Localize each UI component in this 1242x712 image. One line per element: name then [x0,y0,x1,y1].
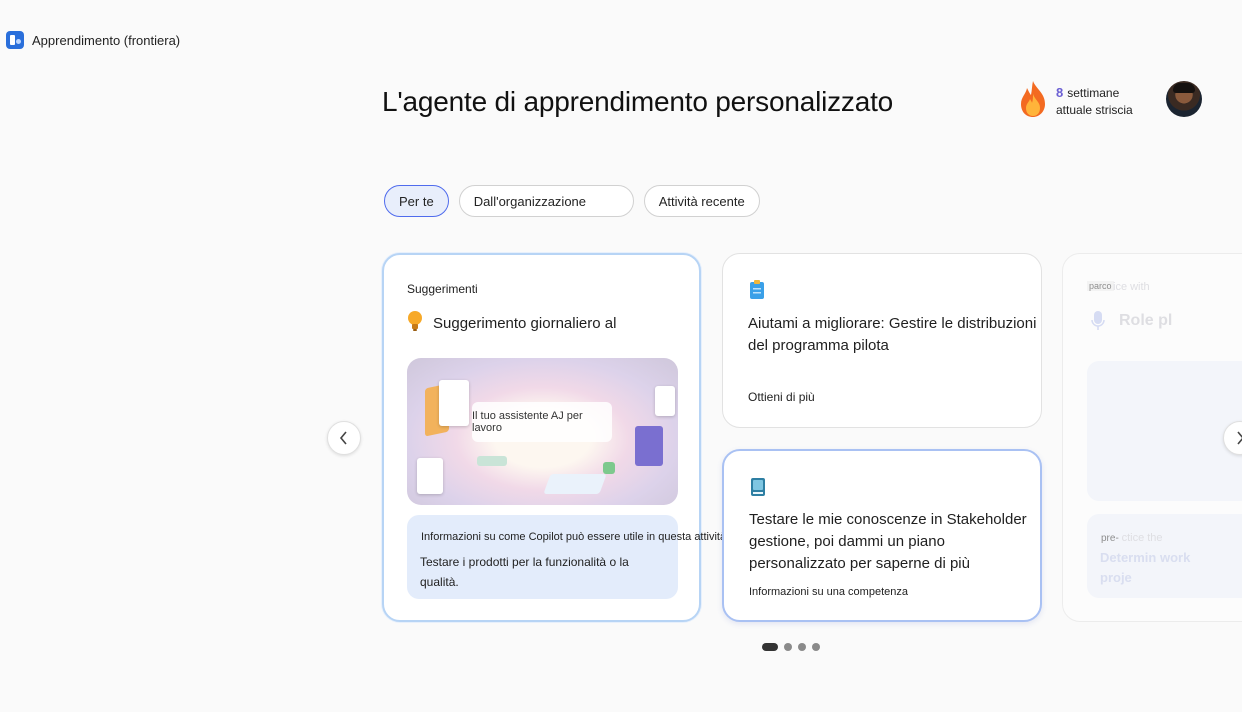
streak-caption: attuale striscia [1056,103,1133,117]
pagination-dot[interactable] [784,643,792,651]
book-icon [750,477,766,502]
page-title: L'agente di apprendimento personalizzato [382,86,894,117]
tip-info-box: Informazioni su come Copilot può essere … [407,515,729,599]
pagination-dot[interactable] [812,643,820,651]
quiz-card-title: Testare le mie conoscenze in Stakeholder… [749,511,1027,572]
clipboard-icon [749,280,765,305]
carousel-pagination [762,643,820,651]
partial-card-tag-suffix: ice with [1113,281,1150,293]
improve-card-title: Aiutami a migliorare: Gestire le distrib… [748,315,1037,354]
improve-card[interactable]: Aiutami a migliorare: Gestire le distrib… [722,253,1042,428]
pagination-dot[interactable] [762,643,778,651]
streak-unit: settimane [1067,86,1120,100]
tip-info-heading: Informazioni su come Copilot può essere … [421,531,730,543]
chevron-right-icon [1237,431,1242,445]
partial-card-tag: parco [1087,281,1114,291]
flame-icon [1018,80,1048,123]
partial-info-tag-suffix: ctice the [1121,532,1163,544]
hero-caption: Il tuo assistente AJ per lavoro [472,402,612,442]
tip-card[interactable]: Suggerimenti Suggerimento giornaliero al… [382,253,729,622]
app-title: Apprendimento (frontiera) [32,32,181,48]
carousel-prev-button[interactable] [327,421,361,455]
improve-card-link[interactable]: Ottieni di più [748,390,815,404]
tab-per-te[interactable]: Per te [384,185,449,217]
lightbulb-icon [407,310,423,337]
microphone-icon [1091,310,1105,337]
tab-dallorganizzazione[interactable]: Dall'organizzazione [458,185,634,217]
tip-title: Suggerimento giornaliero al [433,315,617,332]
tip-card-label: Suggerimenti [407,282,478,296]
pagination-dot[interactable] [798,643,806,651]
hero-image: Il tuo assistente AJ per lavoro [407,358,678,505]
partial-card-image [1087,361,1242,501]
avatar[interactable] [1166,81,1202,117]
partial-card-title: Role pl [1119,312,1173,329]
streak-indicator: 8 settimane attuale striscia [1018,80,1133,123]
tab-attivita-recente[interactable]: Attività recente [643,185,760,217]
partial-info-text: Determin work proje [1100,550,1191,585]
quiz-card-link[interactable]: Informazioni su una competenza [749,586,908,598]
tip-title-row: Suggerimento giornaliero al [407,310,616,337]
tab-bar: Per te Dall'organizzazione Attività rece… [384,185,760,217]
streak-count: 8 [1056,85,1064,100]
tip-info-text: Testare i prodotti per la funzionalità o… [420,555,629,589]
streak-text: 8 settimane attuale striscia [1056,84,1133,119]
learning-app-icon [6,31,24,49]
quiz-card[interactable]: Testare le mie conoscenze in Stakeholder… [722,449,1042,622]
partial-card-info: pre- ctice the Determin work proje [1087,514,1242,598]
chevron-left-icon [339,431,347,445]
partial-card[interactable]: parco ice with Role pl pre- ctice the De… [1062,253,1242,622]
app-header: Apprendimento (frontiera) [6,31,180,49]
partial-info-tag: pre- [1101,533,1119,544]
